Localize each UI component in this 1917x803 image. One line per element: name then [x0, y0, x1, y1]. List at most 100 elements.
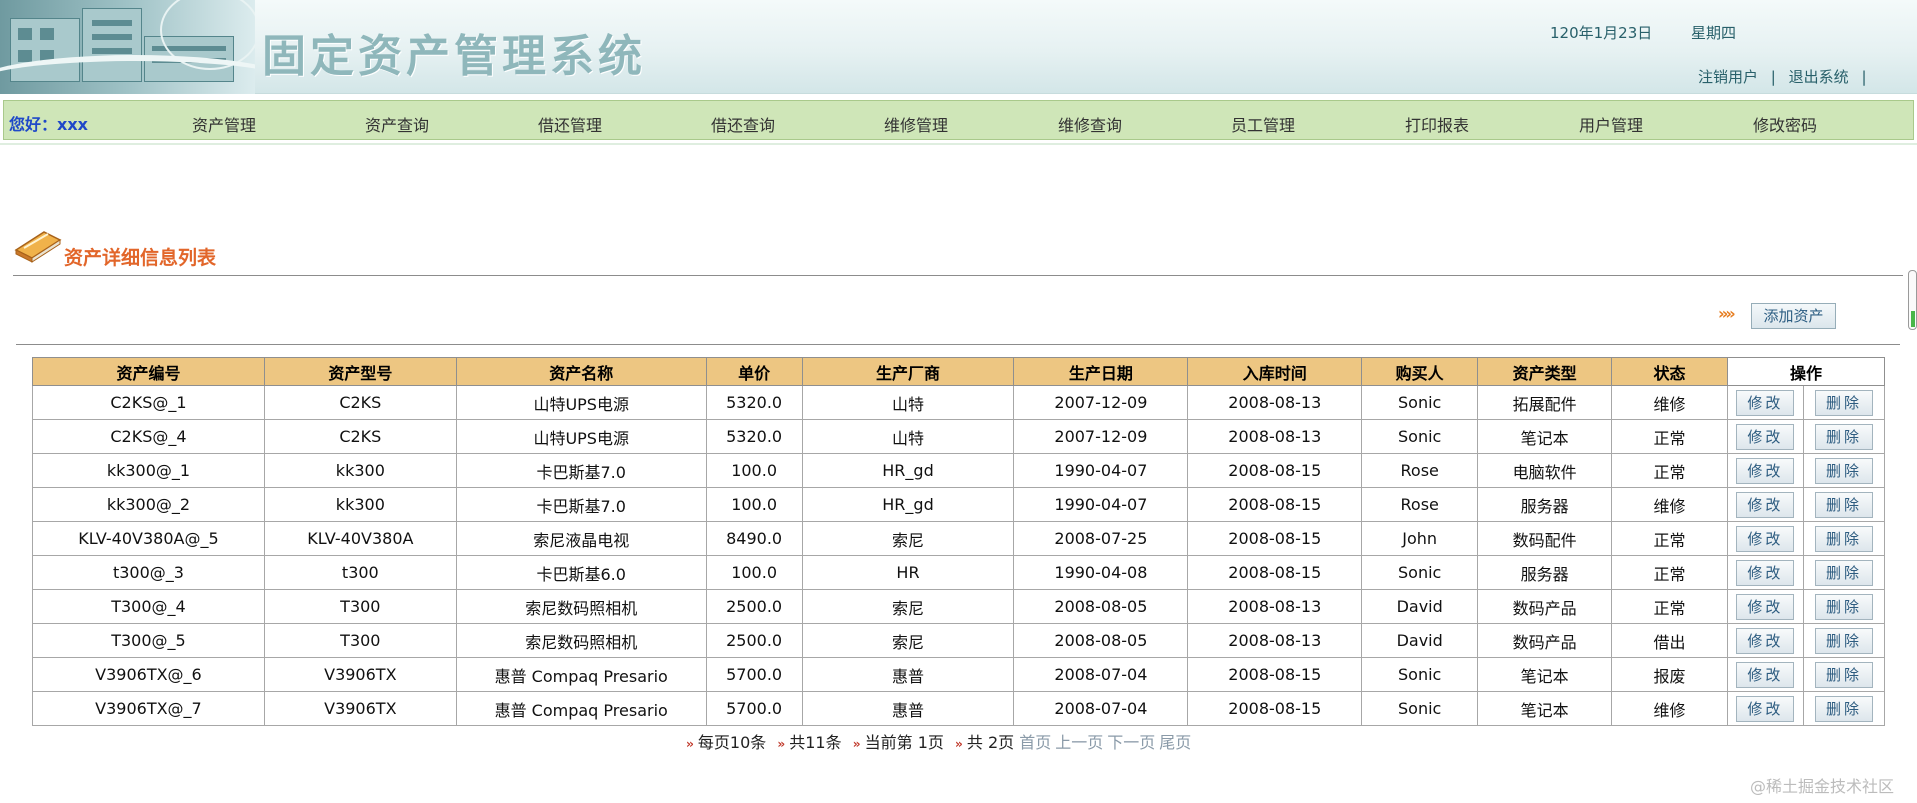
delete-button[interactable]: 删除: [1814, 457, 1873, 484]
storage-date-cell: 2008-08-15: [1187, 487, 1363, 522]
edit-button[interactable]: 修改: [1736, 695, 1795, 722]
edit-button[interactable]: 修改: [1736, 627, 1795, 654]
buyer-cell: Sonic: [1361, 657, 1479, 692]
manufacturer-cell: HR: [801, 555, 1015, 590]
edit-cell: 修改: [1726, 385, 1804, 420]
book-icon: [14, 231, 62, 263]
asset-type-cell: 数码产品: [1477, 589, 1613, 624]
edit-button[interactable]: 修改: [1736, 491, 1795, 518]
table-row: C2KS@_1 C2KS 山特UPS电源 5320.0 山特 2007-12-09 2008…: [32, 385, 1886, 420]
nav-asset-management[interactable]: 资产管理: [192, 112, 256, 136]
storage-date-cell: 2008-08-13: [1187, 385, 1363, 420]
delete-button[interactable]: 删除: [1814, 593, 1873, 620]
unit-price-cell: 5320.0: [705, 385, 803, 420]
delete-button[interactable]: 删除: [1814, 627, 1873, 654]
asset-name-cell: 索尼液晶电视: [455, 521, 707, 556]
edit-button[interactable]: 修改: [1736, 525, 1795, 552]
page-header: 固定资产管理系统 120年1月23日 星期四 注销用户 | 退出系统 |: [0, 0, 1917, 94]
next-page-link[interactable]: 下一页: [1107, 733, 1155, 752]
logout-user-link[interactable]: 注销用户: [1698, 68, 1758, 86]
total-records-text: 共11条: [789, 733, 842, 752]
asset-model-cell: V3906TX: [263, 657, 457, 692]
buyer-cell: Rose: [1361, 453, 1479, 488]
exit-system-link[interactable]: 退出系统: [1789, 68, 1849, 86]
delete-button[interactable]: 删除: [1814, 695, 1873, 722]
column-header: 生产厂商: [801, 357, 1015, 386]
logo-building-image: [0, 0, 255, 94]
asset-type-cell: 拓展配件: [1477, 385, 1613, 420]
asset-model-cell: t300: [263, 555, 457, 590]
nav-change-password[interactable]: 修改密码: [1753, 112, 1817, 136]
section-divider: [13, 275, 1903, 276]
buyer-cell: John: [1361, 521, 1479, 556]
asset-id-cell: C2KS@_4: [32, 419, 265, 454]
manufacturer-cell: 山特: [801, 385, 1015, 420]
edit-cell: 修改: [1726, 691, 1804, 726]
nav-employee-management[interactable]: 员工管理: [1231, 112, 1295, 136]
nav-repair-query[interactable]: 维修查询: [1058, 112, 1122, 136]
delete-button[interactable]: 删除: [1814, 491, 1873, 518]
delete-button[interactable]: 删除: [1814, 525, 1873, 552]
nav-repair-management[interactable]: 维修管理: [884, 112, 948, 136]
asset-type-cell: 笔记本: [1477, 419, 1613, 454]
edit-button[interactable]: 修改: [1736, 389, 1795, 416]
storage-date-cell: 2008-08-13: [1187, 419, 1363, 454]
delete-button[interactable]: 删除: [1814, 389, 1873, 416]
table-row: KLV-40V380A@_5 KLV-40V380A 索尼液晶电视 8490.0 索尼 2…: [32, 521, 1886, 556]
add-asset-button[interactable]: 添加资产: [1751, 303, 1836, 329]
delete-button[interactable]: 删除: [1814, 423, 1873, 450]
column-header-operations: 操作: [1726, 357, 1886, 386]
delete-cell: 删除: [1802, 385, 1886, 420]
arrow-icon: ››: [686, 737, 694, 751]
watermark: @稀土掘金技术社区: [1750, 777, 1895, 796]
first-page-link[interactable]: 首页: [1019, 733, 1051, 752]
last-page-link[interactable]: 尾页: [1159, 733, 1191, 752]
scrollbar[interactable]: [1908, 270, 1917, 330]
edit-button[interactable]: 修改: [1736, 559, 1795, 586]
unit-price-cell: 5700.0: [705, 657, 803, 692]
edit-cell: 修改: [1726, 419, 1804, 454]
asset-id-cell: kk300@_1: [32, 453, 265, 488]
asset-model-cell: C2KS: [263, 385, 457, 420]
unit-price-cell: 100.0: [705, 555, 803, 590]
asset-name-cell: 卡巴斯基7.0: [455, 487, 707, 522]
table-row: V3906TX@_7 V3906TX 惠普 Compaq Presario 5700.…: [32, 691, 1886, 726]
nav-borrow-query[interactable]: 借还查询: [711, 112, 775, 136]
delete-cell: 删除: [1802, 419, 1886, 454]
unit-price-cell: 8490.0: [705, 521, 803, 556]
manufacturer-cell: 索尼: [801, 521, 1015, 556]
status-cell: 正常: [1611, 521, 1728, 556]
asset-name-cell: 惠普 Compaq Presario: [455, 691, 707, 726]
current-date: 120年1月23日: [1550, 24, 1653, 42]
unit-price-cell: 5320.0: [705, 419, 803, 454]
asset-type-cell: 服务器: [1477, 555, 1613, 590]
asset-id-cell: V3906TX@_6: [32, 657, 265, 692]
total-pages-text: 共 2页: [966, 733, 1015, 752]
edit-button[interactable]: 修改: [1736, 423, 1795, 450]
status-cell: 借出: [1611, 623, 1728, 658]
status-cell: 正常: [1611, 419, 1728, 454]
edit-cell: 修改: [1726, 657, 1804, 692]
arrow-icon: ››: [777, 737, 785, 751]
delete-button[interactable]: 删除: [1814, 661, 1873, 688]
current-weekday: 星期四: [1691, 24, 1737, 42]
production-date-cell: 1990-04-08: [1013, 555, 1189, 590]
edit-button[interactable]: 修改: [1736, 593, 1795, 620]
edit-button[interactable]: 修改: [1736, 661, 1795, 688]
asset-model-cell: KLV-40V380A: [263, 521, 457, 556]
edit-button[interactable]: 修改: [1736, 457, 1795, 484]
asset-id-cell: T300@_5: [32, 623, 265, 658]
storage-date-cell: 2008-08-15: [1187, 521, 1363, 556]
prev-page-link[interactable]: 上一页: [1055, 733, 1103, 752]
storage-date-cell: 2008-08-15: [1187, 691, 1363, 726]
manufacturer-cell: 索尼: [801, 589, 1015, 624]
status-cell: 维修: [1611, 385, 1728, 420]
nav-borrow-management[interactable]: 借还管理: [538, 112, 602, 136]
production-date-cell: 2008-07-04: [1013, 657, 1189, 692]
delete-button[interactable]: 删除: [1814, 559, 1873, 586]
nav-print-report[interactable]: 打印报表: [1405, 112, 1469, 136]
nav-asset-query[interactable]: 资产查询: [365, 112, 429, 136]
nav-user-management[interactable]: 用户管理: [1579, 112, 1643, 136]
production-date-cell: 2007-12-09: [1013, 419, 1189, 454]
status-cell: 正常: [1611, 589, 1728, 624]
